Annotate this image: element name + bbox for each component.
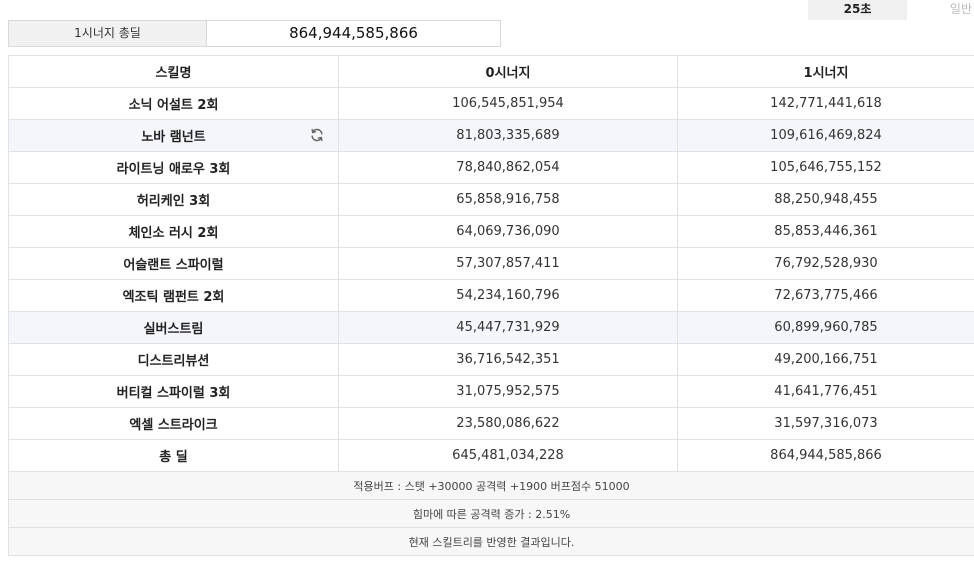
skill-damage-table: 스킬명 0시너지 1시너지 소닉 어설트 2회 106,545,851,954 … bbox=[8, 55, 974, 556]
skill-name: 소닉 어설트 2회 bbox=[8, 87, 339, 120]
damage-1-synergy: 60,899,960,785 bbox=[677, 311, 974, 344]
damage-0-synergy: 81,803,335,689 bbox=[338, 119, 678, 152]
damage-0-synergy: 45,447,731,929 bbox=[338, 311, 678, 344]
skilltree-note: 현재 스킬트리를 반영한 결과입니다. bbox=[8, 527, 974, 556]
skill-name: 허리케인 3회 bbox=[8, 183, 339, 216]
damage-0-synergy: 31,075,952,575 bbox=[338, 375, 678, 408]
damage-0-synergy: 54,234,160,796 bbox=[338, 279, 678, 312]
skill-name: 체인소 러시 2회 bbox=[8, 215, 339, 248]
skill-name: 어슬랜트 스파이럴 bbox=[8, 247, 339, 280]
damage-0-synergy: 78,840,862,054 bbox=[338, 151, 678, 184]
total-label: 총 딜 bbox=[8, 439, 339, 472]
mode-tabs: 25초 일반 bbox=[808, 0, 974, 20]
note-row: 현재 스킬트리를 반영한 결과입니다. bbox=[8, 527, 974, 556]
skill-name: 노바 램넌트 bbox=[141, 130, 206, 145]
skill-name: 엑조틱 램펀트 2회 bbox=[8, 279, 339, 312]
damage-0-synergy: 65,858,916,758 bbox=[338, 183, 678, 216]
damage-0-synergy: 106,545,851,954 bbox=[338, 87, 678, 120]
damage-1-synergy: 88,250,948,455 bbox=[677, 183, 974, 216]
note-row: 적용버프 : 스탯 +30000 공격력 +1900 버프점수 51000 bbox=[8, 471, 974, 500]
table-row: 라이트닝 애로우 3회 78,840,862,054 105,646,755,1… bbox=[8, 151, 974, 184]
table-row: 엑조틱 램펀트 2회 54,234,160,796 72,673,775,466 bbox=[8, 279, 974, 312]
summary-value: 864,944,585,866 bbox=[289, 24, 418, 42]
damage-1-synergy: 31,597,316,073 bbox=[677, 407, 974, 440]
table-row: 버티컬 스파이럴 3회 31,075,952,575 41,641,776,45… bbox=[8, 375, 974, 408]
damage-0-synergy: 57,307,857,411 bbox=[338, 247, 678, 280]
skill-name: 실버스트림 bbox=[8, 311, 339, 344]
damage-1-synergy: 109,616,469,824 bbox=[677, 119, 974, 152]
damage-1-synergy: 105,646,755,152 bbox=[677, 151, 974, 184]
tab-25sec[interactable]: 25초 bbox=[808, 0, 907, 20]
header-1-synergy: 1시너지 bbox=[677, 55, 974, 88]
header-skill-name: 스킬명 bbox=[8, 55, 339, 88]
damage-0-synergy: 23,580,086,622 bbox=[338, 407, 678, 440]
skill-name-cell: 노바 램넌트 bbox=[8, 119, 339, 152]
damage-1-synergy: 76,792,528,930 bbox=[677, 247, 974, 280]
table-row: 허리케인 3회 65,858,916,758 88,250,948,455 bbox=[8, 183, 974, 216]
total-damage-summary: 1시너지 총딜 864,944,585,866 bbox=[8, 20, 501, 47]
note-row: 힘마에 따른 공격력 증가 : 2.51% bbox=[8, 499, 974, 528]
header-0-synergy: 0시너지 bbox=[338, 55, 678, 88]
table-row: 체인소 러시 2회 64,069,736,090 85,853,446,361 bbox=[8, 215, 974, 248]
damage-1-synergy: 142,771,441,618 bbox=[677, 87, 974, 120]
skill-name: 디스트리뷰션 bbox=[8, 343, 339, 376]
total-row: 총 딜 645,481,034,228 864,944,585,866 bbox=[8, 439, 974, 472]
summary-label: 1시너지 총딜 bbox=[9, 21, 207, 46]
applied-buff-note: 적용버프 : 스탯 +30000 공격력 +1900 버프점수 51000 bbox=[8, 471, 974, 500]
table-row: 소닉 어설트 2회 106,545,851,954 142,771,441,61… bbox=[8, 87, 974, 120]
table-header-row: 스킬명 0시너지 1시너지 bbox=[8, 55, 974, 88]
table-row: 실버스트림 45,447,731,929 60,899,960,785 bbox=[8, 311, 974, 344]
skill-name: 버티컬 스파이럴 3회 bbox=[8, 375, 339, 408]
damage-1-synergy: 85,853,446,361 bbox=[677, 215, 974, 248]
skill-name: 엑셀 스트라이크 bbox=[8, 407, 339, 440]
refresh-icon[interactable] bbox=[310, 128, 324, 142]
damage-1-synergy: 49,200,166,751 bbox=[677, 343, 974, 376]
skill-name: 라이트닝 애로우 3회 bbox=[8, 151, 339, 184]
table-row: 어슬랜트 스파이럴 57,307,857,411 76,792,528,930 bbox=[8, 247, 974, 280]
damage-1-synergy: 72,673,775,466 bbox=[677, 279, 974, 312]
total-1-synergy: 864,944,585,866 bbox=[677, 439, 974, 472]
table-row: 노바 램넌트 81,803,335,689 109,616,469,824 bbox=[8, 119, 974, 152]
damage-1-synergy: 41,641,776,451 bbox=[677, 375, 974, 408]
total-0-synergy: 645,481,034,228 bbox=[338, 439, 678, 472]
table-row: 엑셀 스트라이크 23,580,086,622 31,597,316,073 bbox=[8, 407, 974, 440]
attack-increase-note: 힘마에 따른 공격력 증가 : 2.51% bbox=[8, 499, 974, 528]
damage-0-synergy: 64,069,736,090 bbox=[338, 215, 678, 248]
damage-0-synergy: 36,716,542,351 bbox=[338, 343, 678, 376]
table-row: 디스트리뷰션 36,716,542,351 49,200,166,751 bbox=[8, 343, 974, 376]
tab-normal[interactable]: 일반 bbox=[907, 0, 974, 20]
